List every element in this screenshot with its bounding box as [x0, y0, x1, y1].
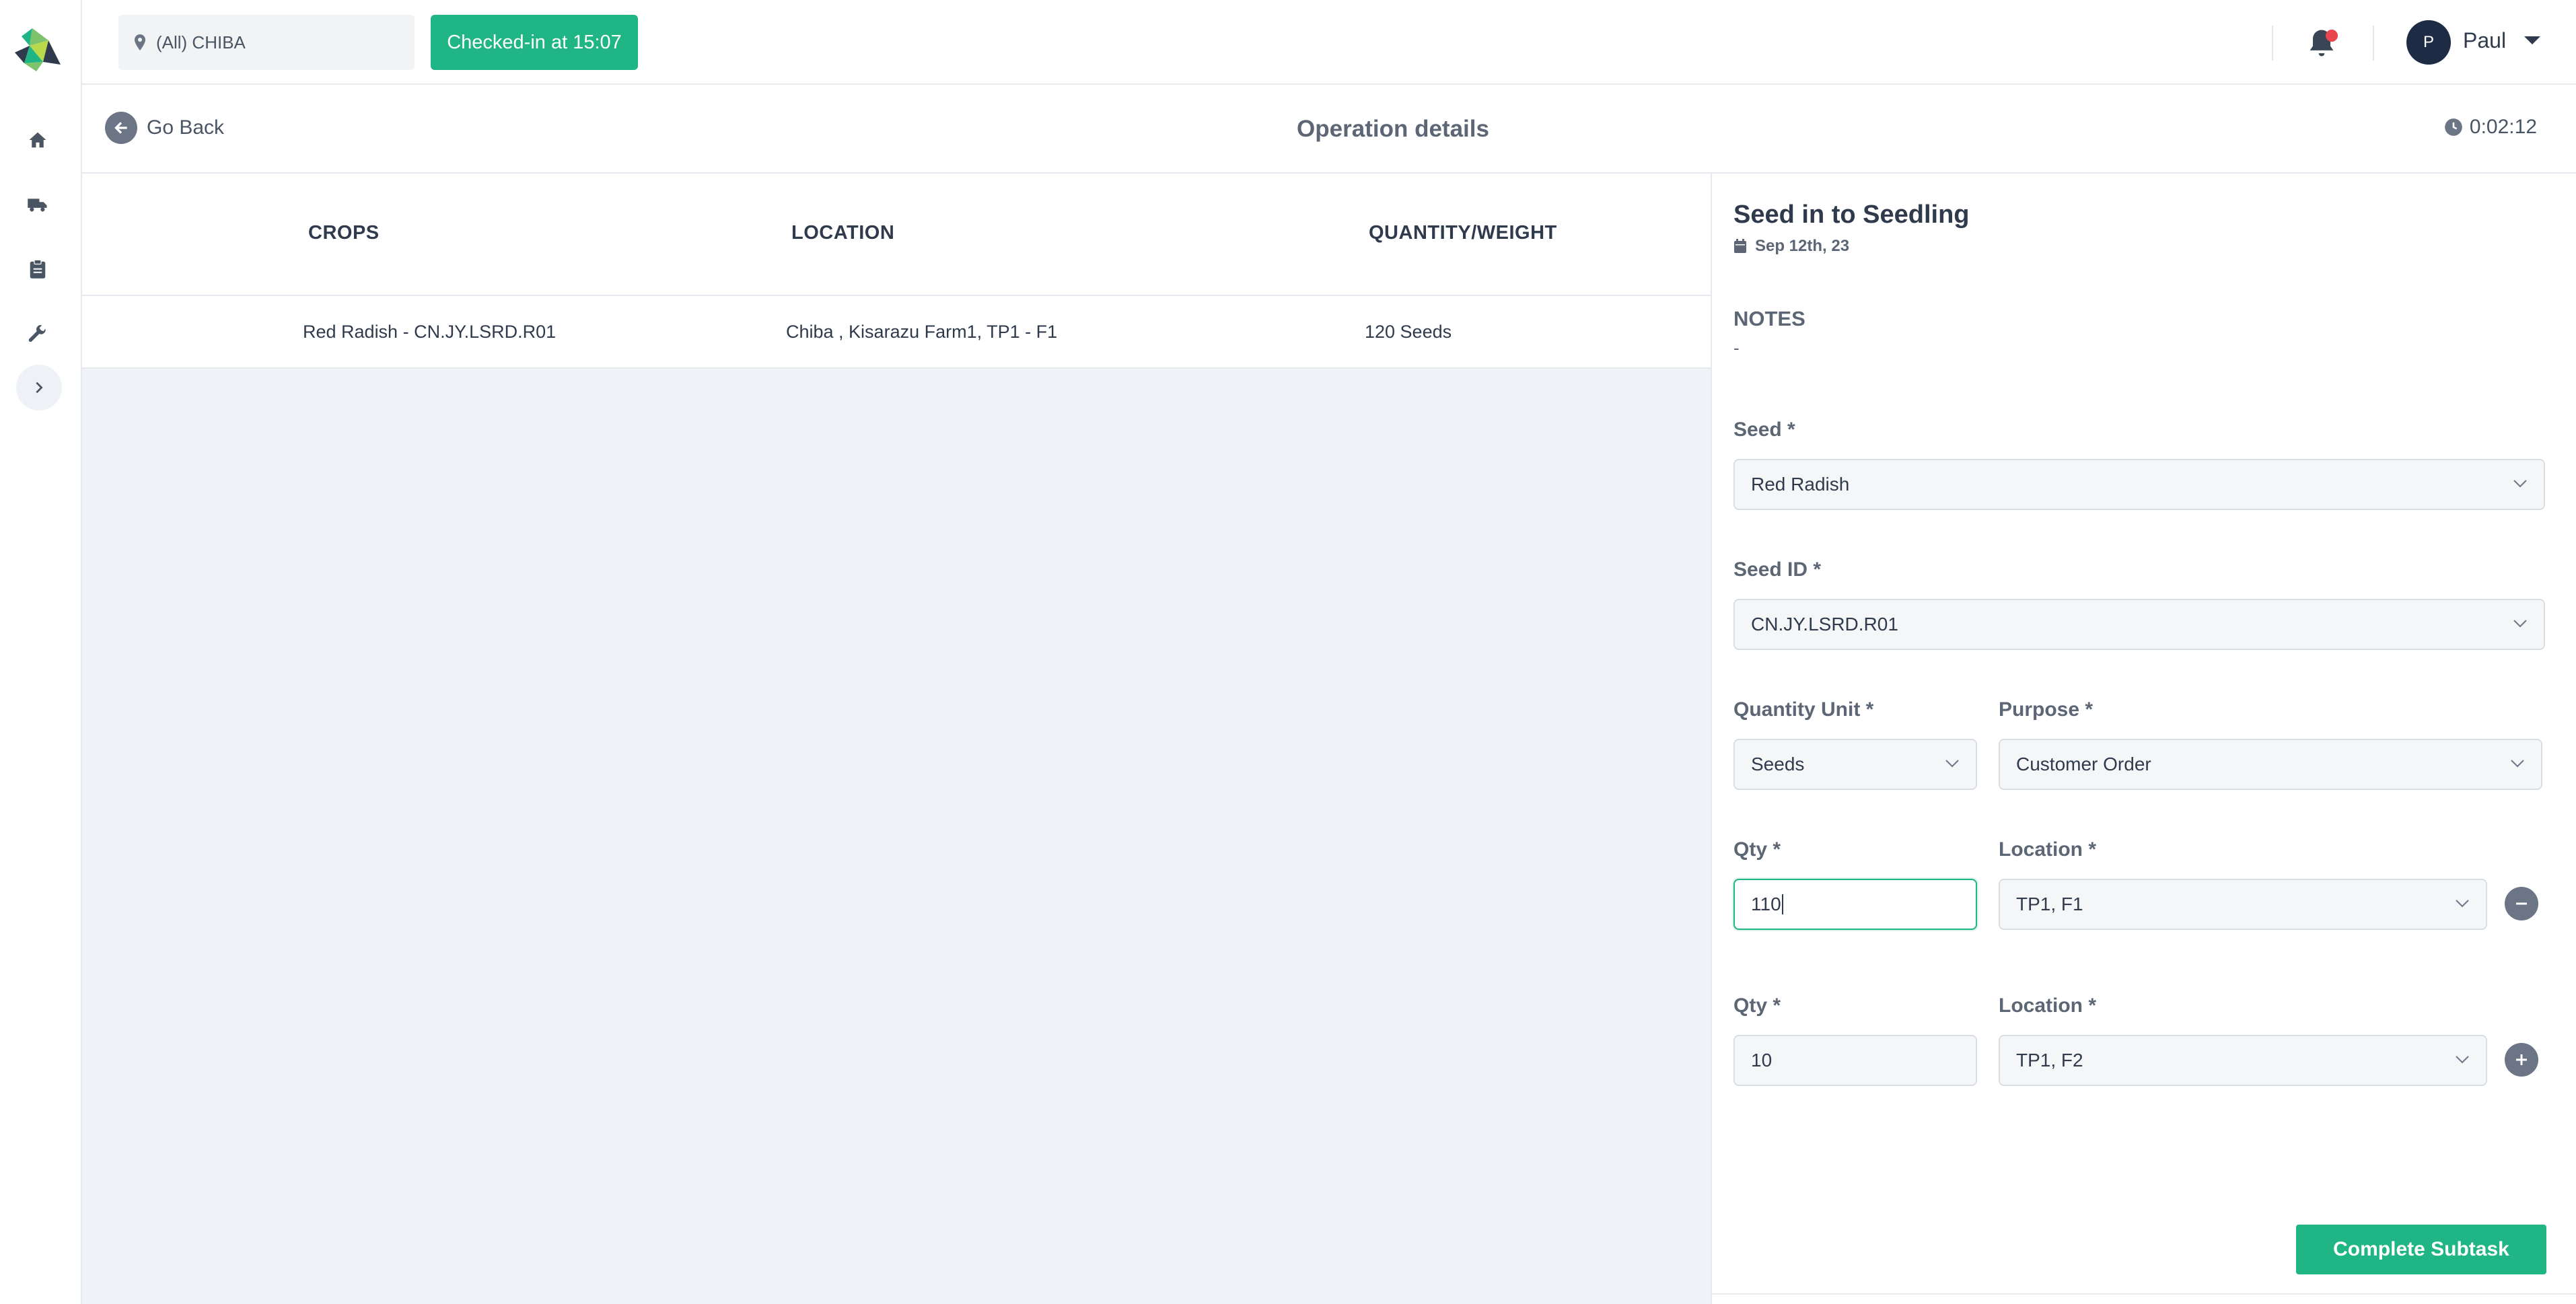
location-filter[interactable]: (All) CHIBA: [118, 15, 415, 70]
seed-select[interactable]: Red Radish: [1733, 459, 2545, 510]
column-header-crops: CROPS: [308, 222, 380, 244]
sidebar-expand-button[interactable]: [16, 365, 62, 410]
chevron-down-icon: [2513, 480, 2527, 488]
table-header: CROPS LOCATION QUANTITY/WEIGHT: [82, 174, 1711, 296]
qty-input[interactable]: 10: [1733, 1035, 1977, 1086]
divider: [1712, 1293, 2576, 1295]
chevron-down-icon: [2456, 1056, 2469, 1064]
text-cursor: [1781, 894, 1783, 914]
location-label: Location *: [1999, 838, 2097, 861]
clock-icon: [2445, 118, 2462, 136]
chevron-down-icon: [2456, 900, 2469, 908]
user-name[interactable]: Paul: [2463, 28, 2506, 53]
chevron-down-icon: [2511, 760, 2524, 768]
seed-id-select[interactable]: CN.JY.LSRD.R01: [1733, 599, 2545, 650]
quantity-unit-select[interactable]: Seeds: [1733, 739, 1977, 790]
subtask-panel: Seed in to Seedling Sep 12th, 23 NOTES -…: [1711, 174, 2576, 1304]
cell-crop: Red Radish - CN.JY.LSRD.R01: [303, 322, 557, 342]
subtask-date-value: Sep 12th, 23: [1755, 237, 1850, 255]
qty-input[interactable]: 110: [1733, 879, 1977, 930]
seed-select-value: Red Radish: [1751, 474, 1850, 495]
main-content: CROPS LOCATION QUANTITY/WEIGHT Red Radis…: [82, 174, 1711, 1304]
minus-icon: [2516, 902, 2527, 905]
qty-input-value: 110: [1751, 894, 1781, 914]
purpose-select[interactable]: Customer Order: [1999, 739, 2542, 790]
location-select[interactable]: TP1, F1: [1999, 879, 2487, 930]
notes-value: -: [1733, 338, 1740, 358]
location-select-value: TP1, F1: [2016, 894, 2083, 914]
wrench-icon: [28, 325, 46, 342]
top-bar: (All) CHIBA Checked-in at 15:07 P Paul: [82, 0, 2576, 85]
sidebar-item-home[interactable]: [22, 124, 54, 156]
location-label: Location *: [1999, 994, 2097, 1017]
add-location-button[interactable]: [2505, 1043, 2538, 1077]
app-logo-icon[interactable]: [9, 23, 63, 77]
quantity-unit-label: Quantity Unit *: [1733, 698, 1874, 721]
calendar-icon: [1734, 239, 1746, 253]
checkin-button[interactable]: Checked-in at 15:07: [431, 15, 638, 70]
qty-label: Qty *: [1733, 994, 1781, 1017]
cell-quantity: 120 Seeds: [1365, 322, 1452, 342]
seed-id-label: Seed ID *: [1733, 558, 1822, 581]
table-row[interactable]: Red Radish - CN.JY.LSRD.R01 Chiba , Kisa…: [82, 296, 1711, 369]
qty-input-value: 10: [1751, 1050, 1773, 1071]
chevron-down-icon: [2513, 620, 2527, 628]
seed-label: Seed *: [1733, 419, 1795, 441]
go-back-button[interactable]: Go Back: [105, 112, 224, 144]
subtask-title: Seed in to Seedling: [1733, 201, 1970, 229]
location-select-value: TP1, F2: [2016, 1050, 2083, 1071]
qty-label: Qty *: [1733, 838, 1781, 861]
column-header-location: LOCATION: [791, 222, 895, 244]
column-header-quantity: QUANTITY/WEIGHT: [1369, 222, 1557, 244]
quantity-unit-select-value: Seeds: [1751, 754, 1805, 774]
operation-header: Go Back Operation details 0:02:12: [82, 85, 2576, 174]
purpose-select-value: Customer Order: [2016, 754, 2151, 774]
chevron-down-icon: [1945, 760, 1959, 768]
notification-badge: [2326, 30, 2338, 42]
go-back-label: Go Back: [147, 116, 225, 139]
timer-value: 0:02:12: [2469, 116, 2537, 138]
timer: 0:02:12: [2444, 116, 2537, 139]
sidebar-item-delivery[interactable]: [22, 188, 54, 221]
seed-id-select-value: CN.JY.LSRD.R01: [1751, 614, 1898, 635]
avatar[interactable]: P: [2406, 20, 2451, 65]
caret-down-icon[interactable]: [2524, 35, 2541, 46]
sidebar-item-settings[interactable]: [22, 318, 54, 350]
subtask-date: Sep 12th, 23: [1733, 237, 1849, 256]
notes-heading: NOTES: [1733, 307, 1805, 330]
clipboard-icon: [30, 259, 46, 279]
truck-icon: [28, 198, 47, 212]
divider: [2272, 26, 2273, 61]
divider: [2373, 26, 2374, 61]
map-pin-icon: [135, 34, 145, 50]
cell-location: Chiba , Kisarazu Farm1, TP1 - F1: [786, 322, 1058, 342]
complete-subtask-button[interactable]: Complete Subtask: [2296, 1225, 2546, 1274]
page-title: Operation details: [1297, 116, 1489, 142]
location-select[interactable]: TP1, F2: [1999, 1035, 2487, 1086]
purpose-label: Purpose *: [1999, 698, 2094, 721]
sidebar: [0, 0, 82, 1304]
sidebar-item-tasks[interactable]: [22, 253, 54, 285]
crops-table: CROPS LOCATION QUANTITY/WEIGHT Red Radis…: [82, 174, 1711, 369]
plus-icon: [2516, 1054, 2527, 1065]
remove-location-button[interactable]: [2505, 887, 2538, 920]
chevron-right-icon: [36, 382, 43, 394]
arrow-left-icon: [105, 112, 137, 144]
home-icon: [29, 132, 46, 148]
location-filter-value: (All) CHIBA: [156, 32, 246, 52]
